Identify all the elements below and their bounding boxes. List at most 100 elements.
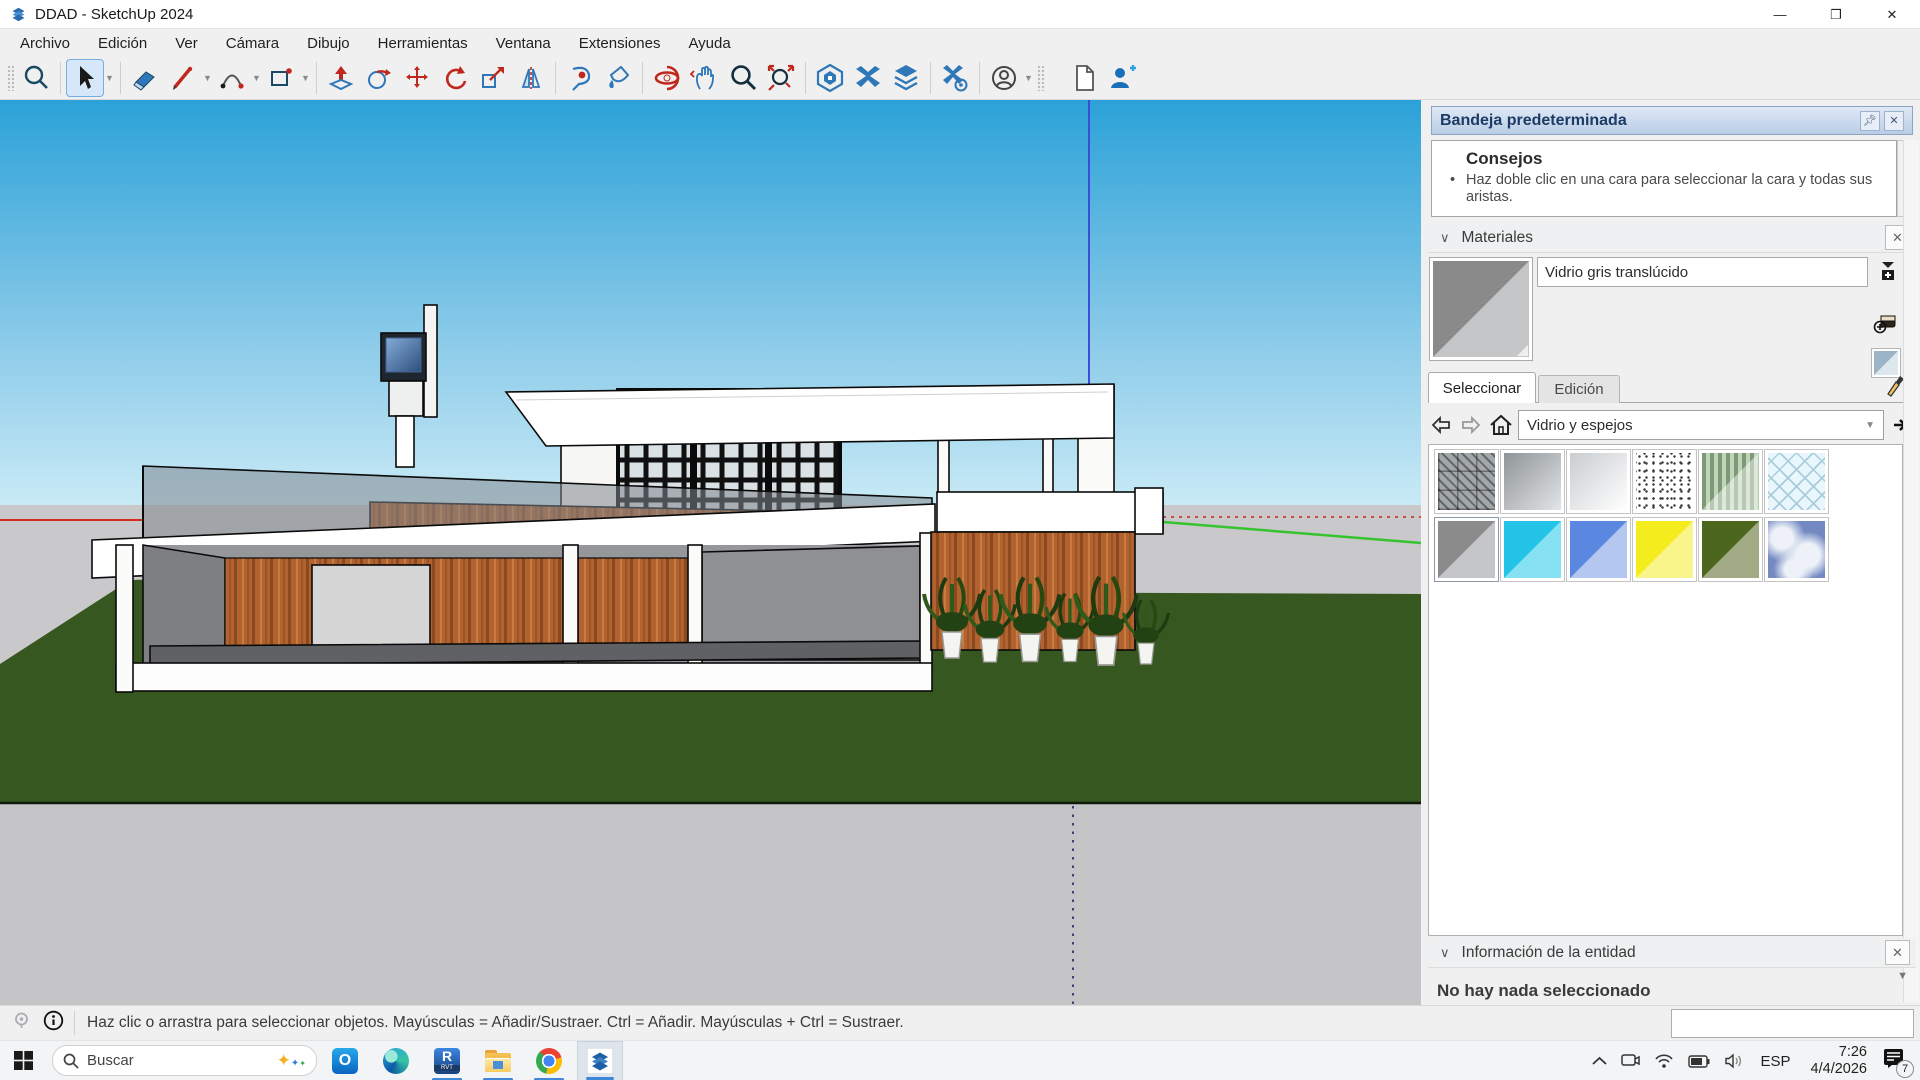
material-swatch-glass-olive[interactable] [1698,517,1763,582]
home-icon[interactable] [1488,412,1514,438]
chevron-down-icon[interactable]: ▼ [1897,970,1908,982]
eraser-tool-button[interactable] [126,59,164,97]
search-input[interactable]: Buscar ✦✦✦ [52,1045,317,1076]
extension-manager-icon [940,63,970,93]
pencil-tool-button[interactable] [164,59,202,97]
new-file-tool-button[interactable] [1065,59,1103,97]
zoom-extents-tool-button[interactable] [762,59,800,97]
material-name-input[interactable]: Vidrio gris translúcido [1537,257,1868,287]
arc-tool-button[interactable] [213,59,251,97]
menu-item-ayuda[interactable]: Ayuda [674,32,744,55]
arc-dropdown-arrow[interactable]: ▼ [251,59,262,97]
extension-manager-tool-button[interactable] [936,59,974,97]
create-material-icon[interactable] [1873,308,1899,334]
mirror-tool-button[interactable] [512,59,550,97]
speaker-icon[interactable] [1724,1053,1744,1069]
menu-item-dibujo[interactable]: Dibujo [293,32,364,55]
move-tool-button[interactable] [398,59,436,97]
material-swatch-lattice-blue[interactable] [1764,449,1829,514]
language-indicator[interactable]: ESP [1761,1053,1791,1070]
notification-badge: 7 [1896,1060,1914,1078]
taskbar-app-file-explorer[interactable] [475,1041,521,1080]
pan-tool-button[interactable] [686,59,724,97]
notification-center-icon[interactable]: 7 [1883,1048,1904,1074]
toolbar-grip[interactable] [1037,65,1044,91]
warehouse-extension-tool-button[interactable] [849,59,887,97]
menu-item-camara[interactable]: Cámara [212,32,293,55]
tray-scrollbar[interactable] [1903,140,1919,1002]
menu-item-ver[interactable]: Ver [161,32,212,55]
material-swatch-ribbed-green[interactable] [1698,449,1763,514]
geolocation-icon[interactable] [12,1011,31,1035]
select-dropdown-arrow[interactable]: ▼ [104,59,115,97]
start-button[interactable] [0,1041,46,1080]
paint-bucket-tool-button[interactable] [599,59,637,97]
material-preview[interactable] [1429,257,1533,361]
taskbar-app-outlook[interactable]: O [322,1041,368,1080]
material-swatch-mirror-sky[interactable] [1764,517,1829,582]
pin-icon[interactable]: 📌︎ [1860,111,1880,131]
account-dropdown-arrow[interactable]: ▼ [1023,59,1034,97]
taskbar-app-chrome[interactable] [526,1041,572,1080]
rectangle-dropdown-arrow[interactable]: ▼ [300,59,311,97]
taskbar-app-revit[interactable]: RRVT [424,1041,470,1080]
close-button[interactable]: ✕ [1864,0,1920,29]
material-swatch-glass-cyan[interactable] [1500,517,1565,582]
scale-tool-button[interactable] [474,59,512,97]
warehouse-3d-tool-button[interactable] [811,59,849,97]
material-swatch-glass-block-gray[interactable] [1434,449,1499,514]
styles-stack-tool-button[interactable] [887,59,925,97]
push-pull-tool-button[interactable] [322,59,360,97]
rotate-tool-button[interactable] [436,59,474,97]
wifi-icon[interactable] [1654,1053,1674,1069]
material-swatch-mirror-light[interactable] [1566,449,1631,514]
tray-chevron-icon[interactable] [1592,1056,1607,1066]
entity-info-close-icon[interactable]: ✕ [1885,940,1910,965]
tape-measure-tool-button[interactable] [561,59,599,97]
model-viewport[interactable] [0,100,1421,1005]
battery-icon[interactable] [1688,1055,1710,1068]
collapse-chevron-icon[interactable]: ∨ [1440,230,1450,246]
material-swatch-mirror-gray[interactable] [1500,449,1565,514]
display-secondary-pane-icon[interactable] [1875,260,1901,282]
back-arrow-icon[interactable] [1428,412,1454,438]
menu-item-archivo[interactable]: Archivo [6,32,84,55]
forward-arrow-icon[interactable] [1458,412,1484,438]
pencil-dropdown-arrow[interactable]: ▼ [202,59,213,97]
menu-item-extensiones[interactable]: Extensiones [565,32,675,55]
restore-button[interactable]: ❐ [1808,0,1864,29]
material-swatch-glass-blue[interactable] [1566,517,1631,582]
screen-cast-icon[interactable] [1621,1053,1640,1069]
material-swatch-glass-gray-translucent[interactable] [1434,517,1499,582]
toolbar-separator [60,62,61,94]
orbit-tool-button[interactable] [648,59,686,97]
info-icon[interactable] [43,1010,64,1036]
taskbar-app-sketchup[interactable] [577,1041,623,1080]
collapse-chevron-icon[interactable]: ∨ [1440,945,1450,961]
taskbar-app-edge[interactable] [373,1041,419,1080]
menu-item-herramientas[interactable]: Herramientas [364,32,482,55]
minimize-button[interactable]: — [1752,0,1808,29]
menu-item-edicion[interactable]: Edición [84,32,161,55]
clock[interactable]: 7:26 4/4/2026 [1811,1044,1867,1077]
materials-section-header[interactable]: ∨ Materiales ✕ [1428,223,1916,253]
tab-seleccionar[interactable]: Seleccionar [1428,372,1536,403]
toolbar-grip[interactable] [7,65,14,91]
tab-edicion[interactable]: Edición [1538,375,1620,403]
share-person-tool-button[interactable] [1103,59,1141,97]
measurements-input[interactable] [1671,1009,1914,1038]
rectangle-tool-button[interactable] [262,59,300,97]
entity-info-header[interactable]: ∨ Información de la entidad ✕ [1428,938,1916,968]
select-tool-button[interactable] [66,59,104,97]
follow-me-tool-button[interactable] [360,59,398,97]
material-swatch-obscure-speckled[interactable] [1632,449,1697,514]
material-swatch-glass-yellow[interactable] [1632,517,1697,582]
collection-dropdown[interactable]: Vidrio y espejos ▼ [1518,410,1884,440]
tray-close-icon[interactable]: ✕ [1884,111,1904,131]
search-tool-button[interactable] [17,59,55,97]
tray-header[interactable]: Bandeja predeterminada 📌︎ ✕ [1431,106,1913,135]
pencil-icon [168,63,198,93]
menu-item-ventana[interactable]: Ventana [482,32,565,55]
zoom-tool-button[interactable] [724,59,762,97]
account-tool-button[interactable] [985,59,1023,97]
